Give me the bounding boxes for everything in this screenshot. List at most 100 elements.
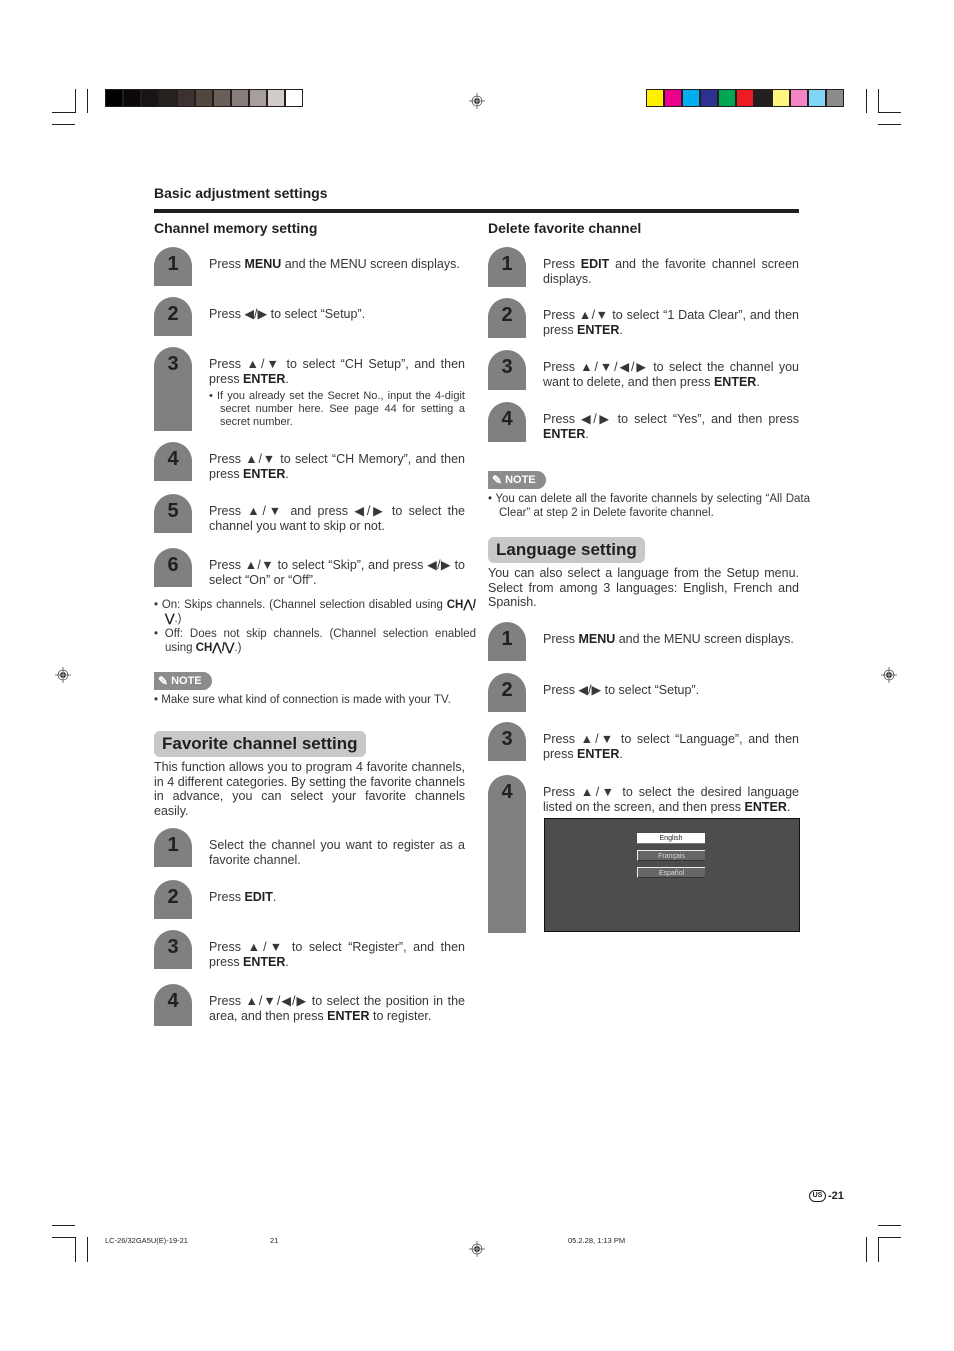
bullet-on-text: On: Skips channels. (Channel selection d… bbox=[161, 599, 447, 611]
step-number-badge: 4 bbox=[488, 775, 526, 933]
channel-memory-step-2: 2 Press ◀/▶ to select “Setup”. bbox=[154, 297, 466, 336]
button-name: MENU bbox=[578, 632, 616, 646]
bullet-on-end: .) bbox=[174, 613, 182, 625]
color-swatch bbox=[809, 90, 827, 106]
footer-print-page: 21 bbox=[270, 1236, 279, 1245]
step-text-end: . bbox=[619, 747, 623, 761]
note-text: • Make sure what kind of connection is m… bbox=[154, 694, 451, 706]
paperclip-icon: ✎ bbox=[158, 674, 169, 688]
gray-swatch bbox=[178, 90, 196, 106]
step-number-badge: 2 bbox=[488, 298, 526, 338]
step-text: Press bbox=[209, 257, 245, 271]
favorite-channel-heading: Favorite channel setting bbox=[154, 731, 366, 757]
button-name: ENTER bbox=[577, 323, 620, 337]
channel-memory-step-5: 5 Press ▲/▼ and press ◀/▶ to select the c… bbox=[154, 494, 466, 533]
step-instruction: Press ▲/▼ to select “Language”, and then… bbox=[543, 732, 799, 762]
us-region-icon: US bbox=[809, 1190, 826, 1202]
step-instruction: Select the channel you want to register … bbox=[209, 838, 465, 868]
bullet-off: • Off: Does not skip channels. (Channel … bbox=[154, 628, 476, 654]
button-name: MENU bbox=[244, 257, 282, 271]
favorite-step-2: 2 Press EDIT. bbox=[154, 880, 466, 919]
step-text: Press ◀/▶ to select “Setup”. bbox=[209, 307, 366, 321]
step-text: Select the channel you want to register … bbox=[209, 838, 465, 867]
language-step-1: 1 Press MENU and the MENU screen displays… bbox=[488, 622, 800, 661]
step-number-badge: 1 bbox=[154, 828, 192, 867]
gray-swatch bbox=[106, 90, 124, 106]
gray-swatch bbox=[124, 90, 142, 106]
footer-timestamp: 05.2.28, 1:13 PM bbox=[568, 1236, 626, 1245]
favorite-intro: This function allows you to program 4 fa… bbox=[154, 760, 465, 818]
step-text-end: to register. bbox=[369, 1009, 432, 1023]
step-number-badge: 3 bbox=[488, 722, 526, 761]
note-badge: ✎ NOTE bbox=[154, 672, 212, 690]
color-swatch bbox=[755, 90, 773, 106]
button-name: ENTER bbox=[744, 800, 787, 814]
registration-crosshair-right-icon bbox=[881, 667, 897, 683]
language-option-espanol[interactable]: Español bbox=[637, 867, 705, 878]
channel-memory-title: Channel memory setting bbox=[154, 220, 318, 236]
button-name: ENTER bbox=[577, 747, 620, 761]
step-number-badge: 3 bbox=[488, 350, 526, 390]
step-text-end: . bbox=[285, 467, 289, 481]
gray-swatch bbox=[268, 90, 286, 106]
step-instruction: Press EDIT. bbox=[209, 890, 465, 905]
step-instruction: Press ▲/▼ to select “1 Data Clear”, and … bbox=[543, 308, 799, 338]
step-text-end: . bbox=[786, 800, 791, 814]
color-swatch bbox=[827, 90, 843, 106]
gray-swatch bbox=[250, 90, 268, 106]
language-option-english[interactable]: English bbox=[637, 833, 705, 844]
grayscale-color-bar bbox=[105, 89, 303, 107]
step-text-end: . bbox=[619, 323, 623, 337]
step-number-badge: 4 bbox=[488, 402, 526, 442]
language-intro: You can also select a language from the … bbox=[488, 566, 799, 609]
note-label: NOTE bbox=[505, 474, 536, 486]
step-instruction: Press ▲/▼/◀/▶ to select the position in … bbox=[209, 994, 465, 1024]
step-text-end: . bbox=[756, 375, 760, 389]
step-number-badge: 3 bbox=[154, 347, 192, 431]
step-text: Press ◀/▶ to select “Setup”. bbox=[543, 683, 700, 697]
step-instruction: Press MENU and the MENU screen displays. bbox=[209, 257, 465, 272]
footer-file-name: LC-26/32GA5U(E)-19-21 bbox=[105, 1236, 188, 1245]
gray-swatch bbox=[142, 90, 160, 106]
step-number-badge: 3 bbox=[154, 930, 192, 969]
button-name: EDIT bbox=[244, 890, 273, 904]
header-rule bbox=[154, 209, 799, 213]
step-number-badge: 1 bbox=[154, 247, 192, 286]
step-text: Press bbox=[543, 632, 579, 646]
color-swatch bbox=[701, 90, 719, 106]
step-instruction: Press ◀/▶ to select “Setup”. bbox=[209, 307, 465, 322]
step-instruction: Press EDIT and the favorite channel scre… bbox=[543, 257, 799, 287]
step-number-badge: 2 bbox=[488, 673, 526, 712]
channel-memory-step-1: 1 Press MENU and the MENU screen displays… bbox=[154, 247, 466, 286]
step-instruction: Press ▲/▼ to select “CH Memory”, and the… bbox=[209, 452, 465, 482]
gray-swatch bbox=[232, 90, 250, 106]
step-number-badge: 1 bbox=[488, 622, 526, 661]
step-number-badge: 2 bbox=[154, 880, 192, 919]
section-title: Basic adjustment settings bbox=[154, 185, 328, 201]
bullet-on: • On: Skips channels. (Channel selection… bbox=[154, 599, 476, 625]
language-option-francais[interactable]: Français bbox=[637, 850, 705, 861]
gray-swatch bbox=[286, 90, 302, 106]
delete-favorite-step-4: 4 Press ◀/▶ to select “Yes”, and then pre… bbox=[488, 402, 800, 442]
button-name: ENTER bbox=[713, 375, 757, 389]
step-instruction: Press ◀/▶ to select “Yes”, and then pres… bbox=[543, 412, 799, 442]
delete-favorite-step-1: 1 Press EDIT and the favorite channel scr… bbox=[488, 247, 800, 287]
step-number-badge: 6 bbox=[154, 548, 192, 587]
note-label: NOTE bbox=[171, 675, 202, 687]
note-text-content: Make sure what kind of connection is mad… bbox=[161, 694, 451, 706]
step-instruction: Press ▲/▼/◀/▶ to select the channel you … bbox=[543, 360, 799, 390]
button-name: ENTER bbox=[243, 955, 286, 969]
sub-bullet-text: If you already set the Secret No., input… bbox=[216, 390, 465, 428]
registration-crosshair-icon bbox=[469, 93, 485, 109]
step-instruction: Press ▲/▼ to select the desired language… bbox=[543, 785, 799, 815]
page-number: US -21 bbox=[809, 1190, 844, 1202]
ch-up-down-icon: CH⋀/⋁ bbox=[195, 642, 235, 654]
color-swatch bbox=[791, 90, 809, 106]
color-swatch bbox=[647, 90, 665, 106]
step-instruction: Press ◀/▶ to select “Setup”. bbox=[543, 683, 799, 698]
favorite-step-3: 3 Press ▲/▼ to select “Register”, and the… bbox=[154, 930, 466, 969]
language-setting-heading: Language setting bbox=[488, 537, 645, 563]
delete-favorite-title: Delete favorite channel bbox=[488, 220, 642, 236]
step-instruction: Press ▲/▼ to select “Skip”, and press ◀/… bbox=[209, 558, 465, 588]
color-swatch bbox=[719, 90, 737, 106]
